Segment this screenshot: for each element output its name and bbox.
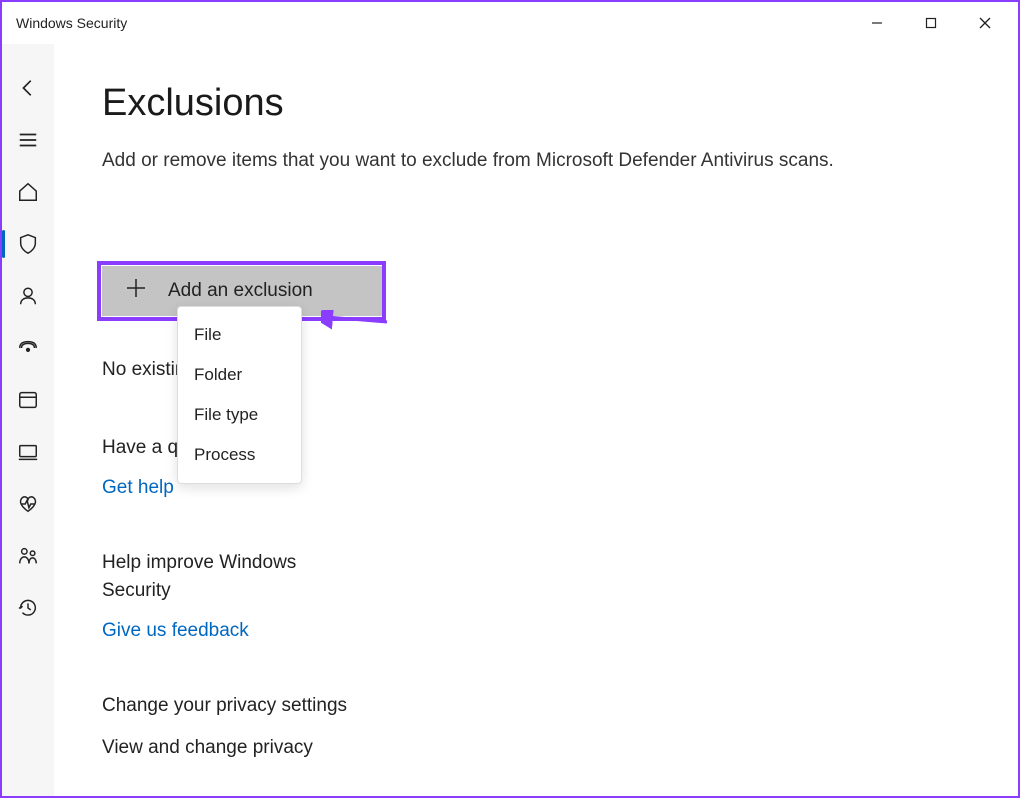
maximize-icon [925, 17, 937, 29]
shield-icon [17, 233, 39, 255]
heart-health-icon [17, 493, 39, 515]
add-exclusion-label: Add an exclusion [168, 280, 313, 302]
plus-icon [126, 278, 146, 303]
exclusion-type-dropdown: File Folder File type Process [177, 306, 302, 484]
close-button[interactable] [958, 2, 1012, 44]
add-exclusion-area: Add an exclusion File Folder File type P… [102, 266, 382, 316]
content-area: Exclusions Add or remove items that you … [2, 44, 1018, 796]
sidebar-item-device-performance[interactable] [2, 478, 54, 530]
sidebar-item-family-options[interactable] [2, 530, 54, 582]
window-title: Windows Security [16, 15, 127, 31]
sidebar-item-device-security[interactable] [2, 426, 54, 478]
sidebar-item-protection-history[interactable] [2, 582, 54, 634]
privacy-body: View and change privacy [102, 734, 970, 763]
sidebar-item-account-protection[interactable] [2, 270, 54, 322]
dropdown-item-file-type[interactable]: File type [178, 395, 301, 435]
back-arrow-icon [17, 77, 39, 99]
feedback-heading: Help improve Windows Security [102, 549, 362, 606]
sidebar-item-app-browser[interactable] [2, 374, 54, 426]
sidebar [2, 44, 54, 796]
give-feedback-link[interactable]: Give us feedback [102, 620, 249, 642]
privacy-section: Change your privacy settings View and ch… [102, 692, 970, 763]
back-button[interactable] [2, 62, 54, 114]
app-browser-icon [17, 389, 39, 411]
close-icon [978, 16, 992, 30]
feedback-section: Help improve Windows Security Give us fe… [102, 549, 970, 642]
titlebar: Windows Security [2, 2, 1018, 44]
firewall-icon [17, 337, 39, 359]
account-icon [17, 285, 39, 307]
maximize-button[interactable] [904, 2, 958, 44]
sidebar-item-virus-protection[interactable] [2, 218, 54, 270]
family-icon [17, 545, 39, 567]
privacy-heading: Change your privacy settings [102, 692, 502, 721]
dropdown-item-file[interactable]: File [178, 315, 301, 355]
history-icon [17, 597, 39, 619]
minimize-button[interactable] [850, 2, 904, 44]
get-help-link[interactable]: Get help [102, 477, 174, 499]
page-subtitle: Add or remove items that you want to exc… [102, 147, 970, 176]
minimize-icon [871, 17, 883, 29]
menu-button[interactable] [2, 114, 54, 166]
main-content: Exclusions Add or remove items that you … [54, 44, 1018, 796]
home-icon [17, 181, 39, 203]
hamburger-icon [17, 129, 39, 151]
dropdown-item-process[interactable]: Process [178, 435, 301, 475]
titlebar-buttons [850, 2, 1012, 44]
sidebar-item-firewall[interactable] [2, 322, 54, 374]
windows-security-window: Windows Security [0, 0, 1020, 798]
device-security-icon [17, 441, 39, 463]
page-title: Exclusions [102, 82, 970, 125]
sidebar-item-home[interactable] [2, 166, 54, 218]
dropdown-item-folder[interactable]: Folder [178, 355, 301, 395]
